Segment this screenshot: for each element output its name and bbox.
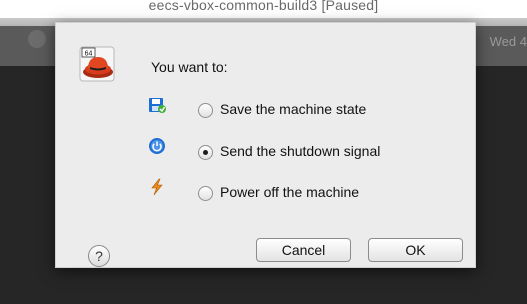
radio-shutdown-signal[interactable] <box>198 145 213 160</box>
radio-save-state[interactable] <box>198 103 213 118</box>
dialog-prompt: You want to: <box>151 59 228 75</box>
save-state-icon <box>149 98 166 113</box>
guest-menu-icon <box>28 30 46 48</box>
icon-badge-label: 64 <box>85 50 93 57</box>
window-title: eecs-vbox-common-build3 [Paused] <box>148 0 379 13</box>
acpi-power-icon <box>149 138 165 154</box>
ok-button[interactable]: OK <box>368 238 463 262</box>
option-label-shutdown-signal: Send the shutdown signal <box>220 143 381 159</box>
option-label-power-off: Power off the machine <box>220 184 360 200</box>
lightning-power-off-icon <box>151 178 163 196</box>
virtualbox-64-icon: 64 <box>79 46 115 82</box>
close-vm-dialog: 64 You want to: Save the machine state S… <box>55 22 476 268</box>
cancel-button[interactable]: Cancel <box>256 238 351 262</box>
help-button[interactable]: ? <box>88 245 110 267</box>
vm-guest-clock: Wed 4 <box>489 34 527 49</box>
option-label-save-state: Save the machine state <box>220 101 367 117</box>
radio-power-off[interactable] <box>198 186 213 201</box>
